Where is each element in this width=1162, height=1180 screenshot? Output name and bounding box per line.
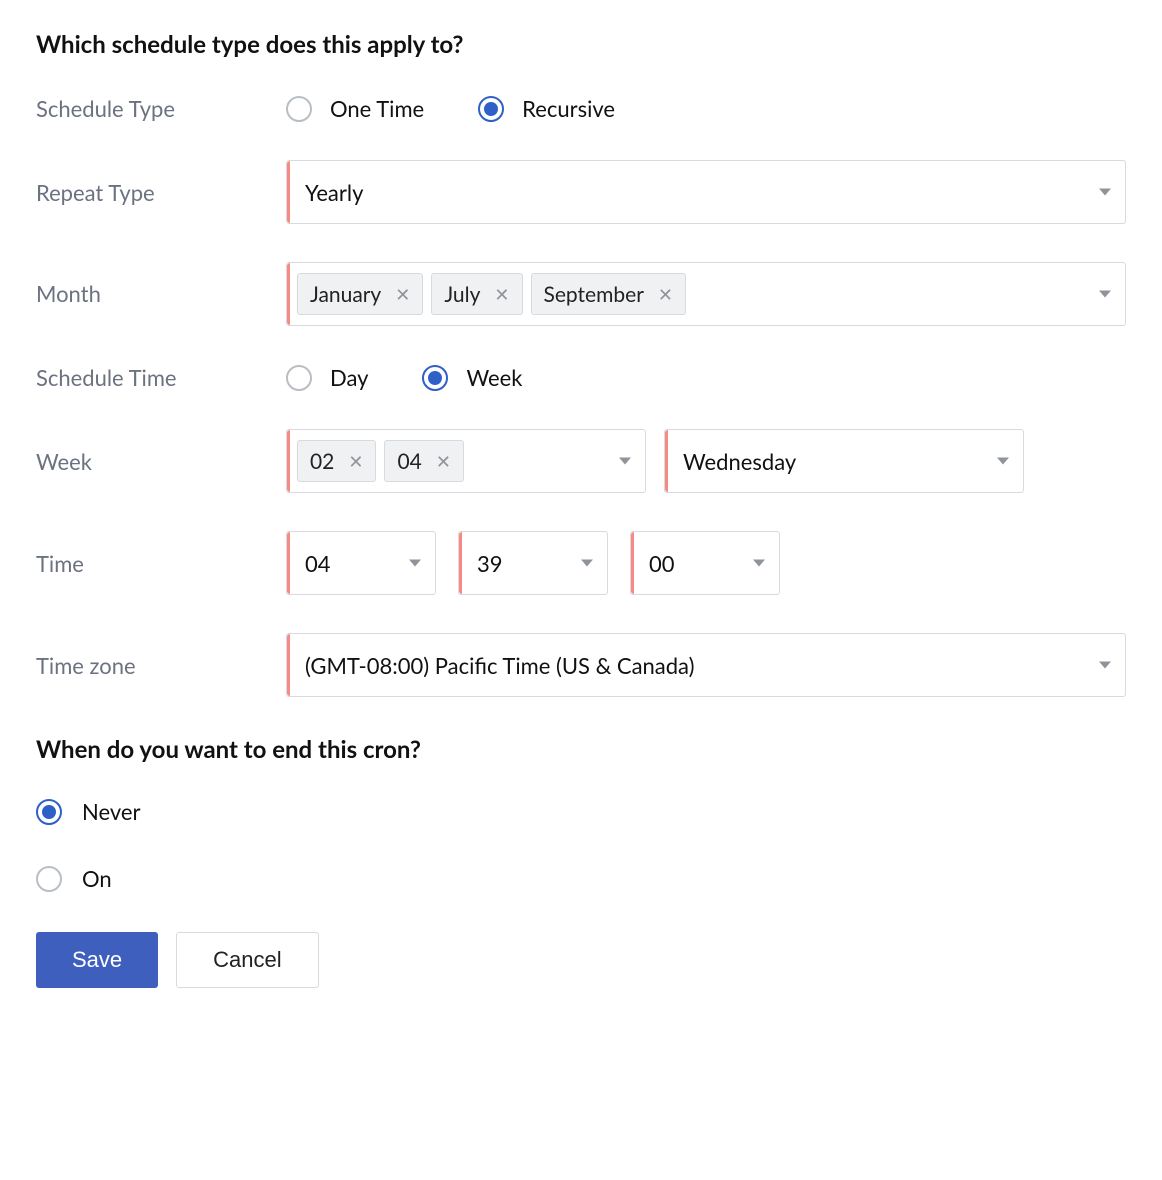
- row-time: Time 04 39 00: [36, 531, 1126, 595]
- save-button[interactable]: Save: [36, 932, 158, 988]
- multiselect-week-numbers[interactable]: 02✕04✕: [286, 429, 646, 493]
- radio-end-never[interactable]: Never: [36, 798, 1090, 825]
- radio-end-never-label: Never: [82, 798, 141, 825]
- radio-week[interactable]: Week: [422, 364, 522, 391]
- select-timezone[interactable]: (GMT-08:00) Pacific Time (US & Canada): [286, 633, 1126, 697]
- radio-icon: [36, 866, 62, 892]
- radio-icon: [422, 365, 448, 391]
- radio-recursive-label: Recursive: [522, 95, 615, 122]
- chevron-down-icon: [753, 560, 765, 567]
- week-number-tag: 02✕: [297, 440, 376, 482]
- chevron-down-icon: [997, 458, 1009, 465]
- radio-day[interactable]: Day: [286, 364, 368, 391]
- close-icon[interactable]: ✕: [391, 283, 414, 305]
- select-weekday-value: Wednesday: [683, 448, 796, 475]
- close-icon[interactable]: ✕: [432, 450, 455, 472]
- chevron-down-icon: [1099, 189, 1111, 196]
- radio-icon: [286, 365, 312, 391]
- close-icon[interactable]: ✕: [344, 450, 367, 472]
- row-repeat-type: Repeat Type Yearly: [36, 160, 1126, 224]
- chevron-down-icon: [409, 560, 421, 567]
- row-week: Week 02✕04✕ Wednesday: [36, 429, 1126, 493]
- radio-icon: [286, 96, 312, 122]
- select-second-value: 00: [649, 550, 675, 577]
- label-month: Month: [36, 262, 286, 307]
- section-heading-schedule-type: Which schedule type does this apply to?: [36, 30, 1126, 59]
- chevron-down-icon: [1099, 662, 1111, 669]
- label-week: Week: [36, 448, 286, 475]
- chevron-down-icon: [619, 458, 631, 465]
- week-number-tag: 04✕: [384, 440, 463, 482]
- radio-icon: [36, 799, 62, 825]
- radio-end-on[interactable]: On: [36, 865, 1090, 892]
- radio-end-on-label: On: [82, 865, 112, 892]
- row-timezone: Time zone (GMT-08:00) Pacific Time (US &…: [36, 633, 1126, 697]
- section-heading-end-cron: When do you want to end this cron?: [36, 735, 1126, 764]
- radio-one-time[interactable]: One Time: [286, 95, 424, 122]
- select-hour[interactable]: 04: [286, 531, 436, 595]
- month-tag: July✕: [431, 273, 522, 315]
- chevron-down-icon: [1099, 291, 1111, 298]
- row-schedule-type: Schedule Type One Time Recursive: [36, 95, 1126, 122]
- label-time: Time: [36, 550, 286, 577]
- month-tag: September✕: [531, 273, 686, 315]
- select-second[interactable]: 00: [630, 531, 780, 595]
- radio-icon: [478, 96, 504, 122]
- row-schedule-time: Schedule Time Day Week: [36, 364, 1126, 391]
- label-repeat-type: Repeat Type: [36, 179, 286, 206]
- button-row: Save Cancel: [36, 932, 1126, 988]
- select-repeat-type[interactable]: Yearly: [286, 160, 1126, 224]
- select-hour-value: 04: [305, 550, 331, 577]
- select-timezone-value: (GMT-08:00) Pacific Time (US & Canada): [305, 652, 694, 679]
- close-icon[interactable]: ✕: [654, 283, 677, 305]
- month-tag: January✕: [297, 273, 423, 315]
- radio-recursive[interactable]: Recursive: [478, 95, 615, 122]
- multiselect-month[interactable]: January✕July✕September✕: [286, 262, 1126, 326]
- radio-week-label: Week: [466, 364, 522, 391]
- label-schedule-time: Schedule Time: [36, 364, 286, 391]
- label-schedule-type: Schedule Type: [36, 95, 286, 122]
- select-weekday[interactable]: Wednesday: [664, 429, 1024, 493]
- select-minute-value: 39: [477, 550, 503, 577]
- select-minute[interactable]: 39: [458, 531, 608, 595]
- select-repeat-type-value: Yearly: [305, 179, 363, 206]
- chevron-down-icon: [581, 560, 593, 567]
- radio-day-label: Day: [330, 364, 368, 391]
- row-month: Month January✕July✕September✕: [36, 262, 1126, 326]
- cancel-button[interactable]: Cancel: [176, 932, 318, 988]
- close-icon[interactable]: ✕: [490, 283, 513, 305]
- radio-one-time-label: One Time: [330, 95, 424, 122]
- label-timezone: Time zone: [36, 652, 286, 679]
